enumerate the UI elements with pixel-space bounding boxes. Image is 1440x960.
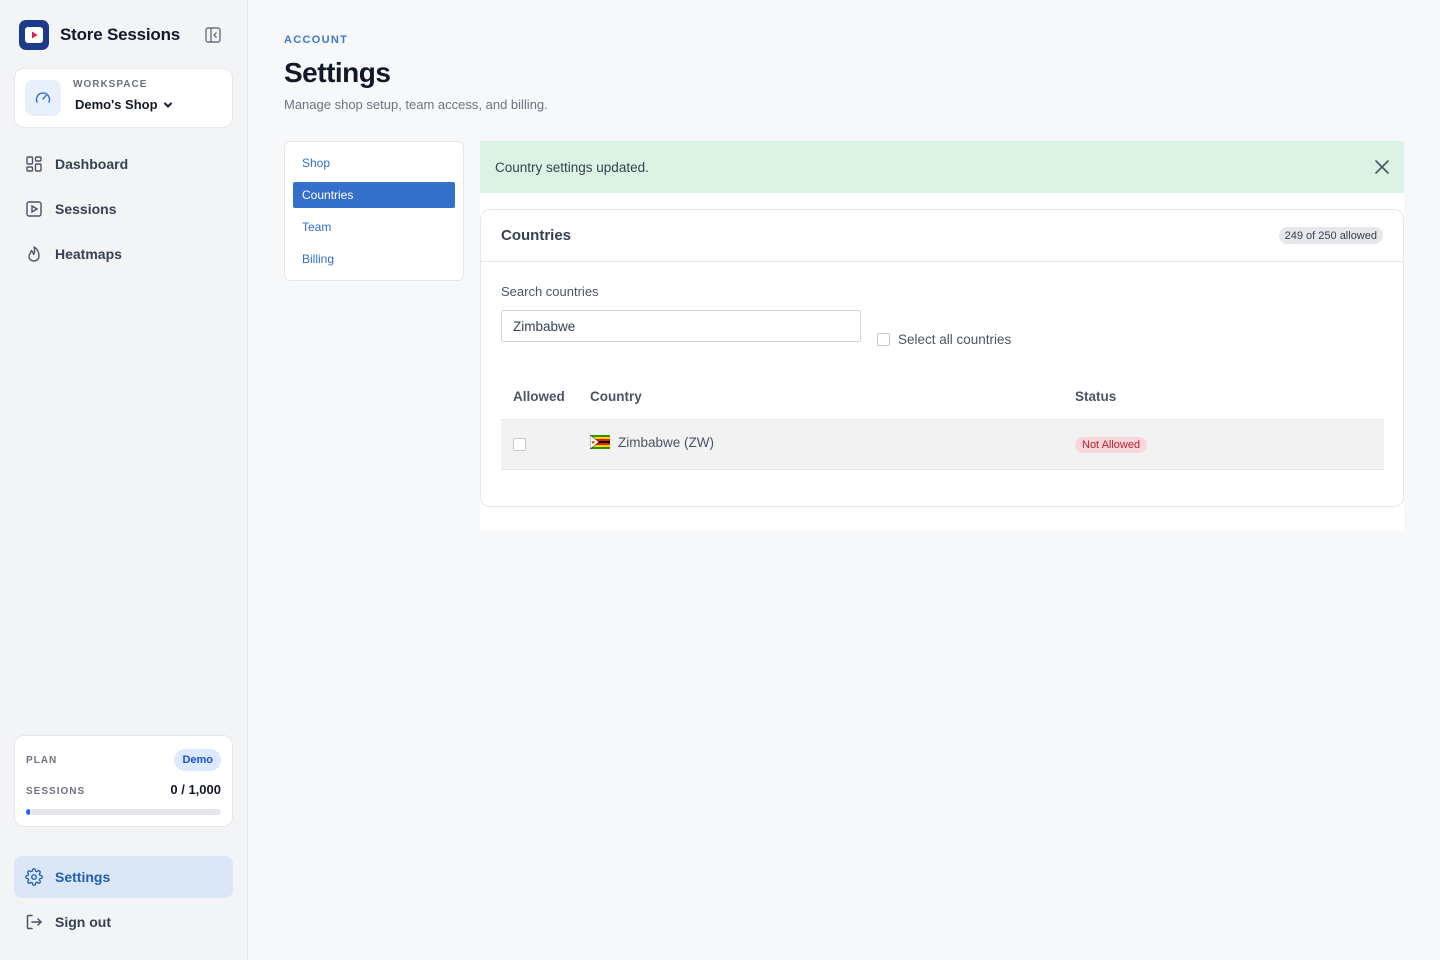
sidebar: Store Sessions WORKSPACE Demo's Shop Das… [0, 0, 248, 960]
dashboard-icon [26, 156, 42, 172]
workspace-name-text: Demo's Shop [75, 97, 158, 112]
settings-subnav: Shop Countries Team Billing [284, 141, 464, 281]
page-eyebrow: ACCOUNT [284, 34, 349, 46]
success-toast: Country settings updated. [480, 141, 1404, 193]
app-name: Store Sessions [60, 25, 181, 44]
page-subtitle: Manage shop setup, team access, and bill… [284, 97, 548, 112]
bottom-nav: Settings Sign out [14, 856, 233, 946]
countries-panel: Country settings updated. Countries 249 … [480, 141, 1404, 531]
sessions-progress-bar [26, 809, 221, 815]
nav-label-sessions: Sessions [55, 201, 117, 217]
select-all-countries[interactable]: Select all countries [877, 332, 1011, 347]
nav-label-dashboard: Dashboard [55, 156, 129, 172]
sessions-label: SESSIONS [26, 786, 86, 797]
workspace-label: WORKSPACE [73, 79, 148, 90]
subnav-item-team[interactable]: Team [293, 214, 455, 240]
card-header: Countries 249 of 250 allowed [481, 210, 1403, 262]
gear-icon [25, 868, 43, 886]
zimbabwe-flag-icon [590, 435, 610, 449]
close-icon[interactable] [1373, 158, 1391, 176]
page-title: Settings [284, 57, 391, 88]
brand[interactable]: Store Sessions [19, 20, 180, 50]
table-header: Allowed Country Status [501, 374, 1384, 420]
nav-item-dashboard[interactable]: Dashboard [14, 143, 233, 185]
subnav-item-billing[interactable]: Billing [293, 246, 455, 272]
table-row: Zimbabwe (ZW) Not Allowed [501, 420, 1384, 470]
workspace-switcher[interactable]: WORKSPACE Demo's Shop [14, 68, 233, 128]
sessions-value: 0 / 1,000 [170, 782, 221, 797]
sessions-progress-fill [26, 809, 30, 815]
status-badge: Not Allowed [1075, 437, 1148, 453]
country-name: Zimbabwe (ZW) [618, 435, 715, 450]
collapse-sidebar-icon[interactable] [204, 26, 222, 44]
countries-table: Allowed Country Status Zimbabwe (ZW) Not… [501, 374, 1384, 470]
toast-message: Country settings updated. [495, 159, 649, 175]
select-all-label: Select all countries [898, 332, 1012, 347]
subnav-item-shop[interactable]: Shop [293, 150, 455, 176]
plan-card: PLAN Demo SESSIONS 0 / 1,000 [14, 735, 233, 827]
main-nav: Dashboard Sessions Heatmaps [14, 143, 233, 278]
nav-label-heatmaps: Heatmaps [55, 246, 122, 262]
nav-item-sessions[interactable]: Sessions [14, 188, 233, 230]
subnav-item-countries[interactable]: Countries [293, 182, 455, 208]
flame-icon [28, 246, 40, 262]
nav-item-settings[interactable]: Settings [14, 856, 233, 898]
gauge-icon [25, 80, 61, 116]
play-square-icon [26, 201, 42, 217]
select-all-checkbox[interactable] [877, 333, 890, 346]
sign-out-icon [26, 914, 42, 930]
card-title: Countries [501, 227, 572, 244]
app-logo-icon [19, 20, 49, 50]
country-cell: Zimbabwe (ZW) [590, 435, 714, 450]
workspace-name[interactable]: Demo's Shop [75, 97, 174, 112]
column-header-allowed[interactable]: Allowed [513, 389, 565, 404]
nav-label-settings: Settings [55, 869, 111, 885]
search-label: Search countries [501, 284, 599, 299]
nav-label-signout: Sign out [55, 914, 111, 930]
nav-item-signout[interactable]: Sign out [14, 901, 233, 943]
plan-badge: Demo [174, 749, 221, 771]
allowed-count-badge: 249 of 250 allowed [1278, 227, 1383, 244]
column-header-country[interactable]: Country [590, 389, 642, 404]
chevron-down-icon [163, 102, 172, 108]
row-allowed-checkbox[interactable] [513, 438, 526, 451]
column-header-status[interactable]: Status [1075, 389, 1116, 404]
nav-item-heatmaps[interactable]: Heatmaps [14, 233, 233, 275]
countries-card: Countries 249 of 250 allowed Search coun… [480, 209, 1404, 507]
search-input[interactable] [501, 310, 861, 342]
plan-label: PLAN [26, 755, 58, 766]
